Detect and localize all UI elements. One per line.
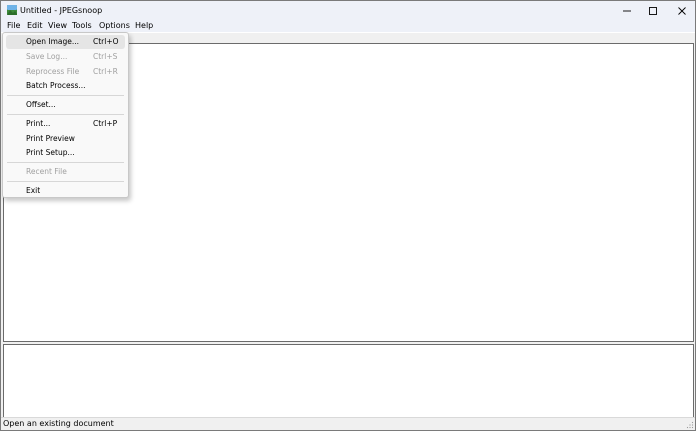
menu-help[interactable]: Help	[134, 20, 154, 32]
menu-item-label: Batch Process...	[26, 81, 86, 90]
menu-item-label: Reprocess File	[26, 67, 80, 76]
menu-item-label: Print Setup...	[26, 148, 75, 157]
minimize-button[interactable]	[613, 1, 641, 20]
maximize-button[interactable]	[639, 1, 667, 20]
status-text: Open an existing document	[3, 419, 114, 428]
resize-grip-icon[interactable]	[685, 420, 694, 429]
menu-item-label: Offset...	[26, 100, 56, 109]
close-button[interactable]	[668, 1, 696, 20]
menu-item-print[interactable]: Print... Ctrl+P	[6, 117, 125, 131]
menu-item-shortcut: Ctrl+O	[93, 37, 119, 46]
title-bar[interactable]: Untitled - JPEGsnoop	[1, 1, 695, 20]
status-bar: Open an existing document	[1, 417, 695, 430]
menu-item-offset[interactable]: Offset...	[6, 98, 125, 112]
menu-item-label: Open Image...	[26, 37, 80, 46]
menu-separator	[7, 95, 124, 96]
menu-view[interactable]: View	[47, 20, 68, 32]
menu-item-print-setup[interactable]: Print Setup...	[6, 146, 125, 160]
minimize-icon	[623, 10, 631, 11]
menu-separator	[7, 181, 124, 182]
menu-item-print-preview[interactable]: Print Preview	[6, 132, 125, 146]
menu-bar: File Edit View Tools Options Help	[1, 20, 695, 32]
menu-item-label: Recent File	[26, 167, 67, 176]
window-title: Untitled - JPEGsnoop	[20, 6, 103, 15]
menu-item-exit[interactable]: Exit	[6, 184, 125, 198]
menu-separator	[7, 162, 124, 163]
menu-file[interactable]: File	[6, 20, 21, 32]
app-window: Untitled - JPEGsnoop File Edit View Tool…	[0, 0, 696, 431]
file-dropdown-menu: Open Image... Ctrl+O Save Log... Ctrl+S …	[2, 32, 129, 198]
menu-item-label: Save Log...	[26, 52, 68, 61]
menu-separator	[7, 114, 124, 115]
menu-item-shortcut: Ctrl+S	[93, 52, 118, 61]
menu-item-recent-file: Recent File	[6, 165, 125, 179]
menu-item-shortcut: Ctrl+P	[93, 119, 118, 128]
menu-item-reprocess-file: Reprocess File Ctrl+R	[6, 65, 125, 79]
menu-item-label: Print...	[26, 119, 51, 128]
menu-options[interactable]: Options	[98, 20, 131, 32]
menu-item-save-log: Save Log... Ctrl+S	[6, 50, 125, 64]
menu-item-label: Exit	[26, 186, 41, 195]
menu-item-label: Print Preview	[26, 134, 75, 143]
menu-tools[interactable]: Tools	[71, 20, 93, 32]
close-icon	[678, 6, 686, 15]
jpegsnoop-landscape-icon	[7, 5, 17, 15]
menu-edit[interactable]: Edit	[26, 20, 44, 32]
menu-item-batch-process[interactable]: Batch Process...	[6, 79, 125, 93]
maximize-icon	[649, 6, 657, 15]
menu-item-open-image[interactable]: Open Image... Ctrl+O	[6, 35, 125, 49]
hex-view-pane[interactable]	[3, 344, 694, 419]
menu-item-shortcut: Ctrl+R	[93, 67, 118, 76]
